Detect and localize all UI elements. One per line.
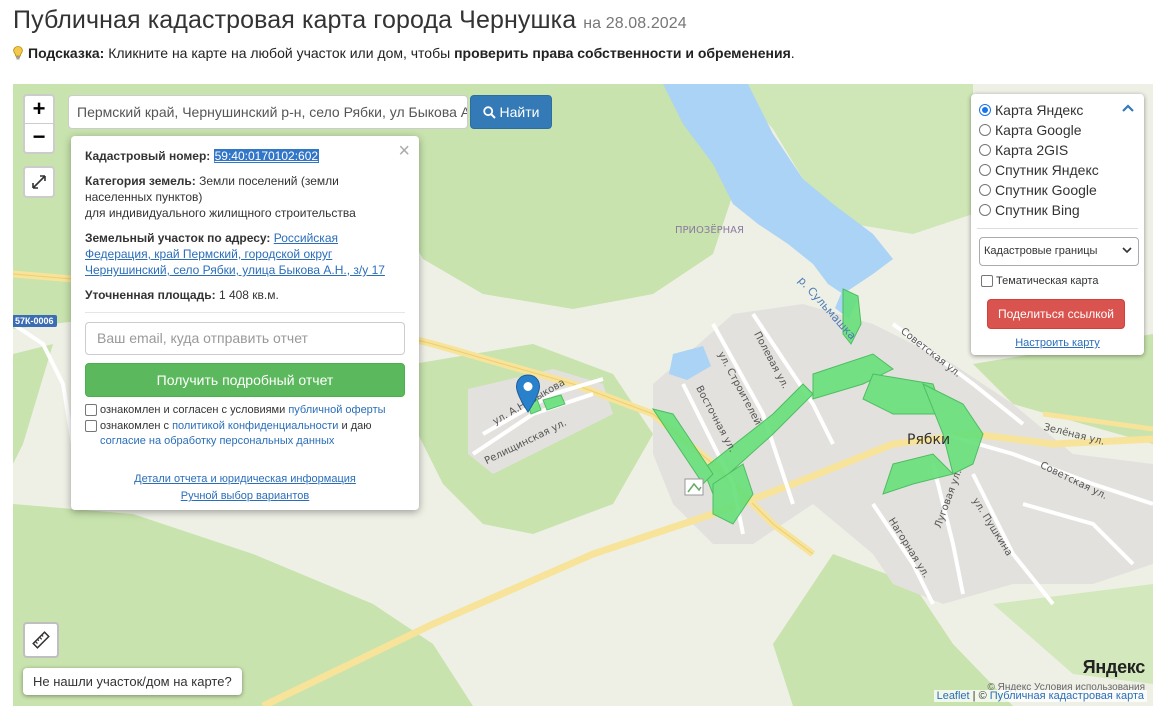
fullscreen-button[interactable] [23,166,55,198]
overlay-select[interactable]: Кадастровые границы [979,237,1139,266]
personal-data-consent-link[interactable]: согласие на обработку персональных данны… [100,435,334,447]
thematic-map-checkbox[interactable] [981,275,993,287]
fullscreen-icon [32,175,46,189]
layer-radio[interactable] [979,184,991,196]
thematic-map-label: Тематическая карта [996,275,1099,287]
zoom-control: + − [23,94,55,154]
chevron-down-icon [1122,247,1132,254]
overlay-select-value: Кадастровые границы [984,245,1098,257]
public-offer-link[interactable]: публичной оферты [288,404,385,416]
layer-radio[interactable] [979,204,991,216]
ruler-icon [32,631,50,649]
privacy-policy-link[interactable]: политикой конфиденциальности [172,420,338,432]
hint: Подсказка: Кликните на карте на любой уч… [13,45,795,61]
hint-bold-text: проверить права собственности и обремене… [454,45,791,61]
lightbulb-icon [13,46,23,60]
zoom-in-button[interactable]: + [25,96,53,124]
area-row: Уточненная площадь: 1 408 кв.м. [85,287,405,303]
cad-number-label: Кадастровый номер: [85,149,211,163]
cad-number-row: Кадастровый номер: 59:40:0170102:602 [85,148,405,164]
source-link[interactable]: Публичная кадастровая карта [990,690,1144,702]
category-label: Категория земель: [85,174,196,188]
hint-label: Подсказка: [28,45,105,61]
layer-radio[interactable] [979,104,991,116]
category-row: Категория земель: Земли поселений (земли… [85,173,405,221]
search-button-label: Найти [499,104,540,120]
road-badge: 57К-0006 [13,315,57,327]
layer-option-label: Спутник Яндекс [995,162,1099,178]
hint-tail: . [790,45,795,61]
layers-divider [977,228,1138,229]
get-report-button[interactable]: Получить подробный отчет [85,363,405,397]
layer-option-2gis-map[interactable]: Карта 2GIS [979,140,1136,160]
layer-radio[interactable] [979,124,991,136]
layer-option-label: Спутник Bing [995,202,1080,218]
zoom-out-button[interactable]: − [25,124,53,152]
page-header: Публичная кадастровая карта города Черну… [13,6,1163,35]
not-found-button[interactable]: Не нашли участок/дом на карте? [23,668,242,695]
agree-privacy-text: ознакомлен с [100,420,170,432]
layer-option-google-satellite[interactable]: Спутник Google [979,180,1136,200]
share-link-button[interactable]: Поделиться ссылкой [987,299,1125,329]
thematic-map-toggle[interactable]: Тематическая карта [979,274,1136,288]
manual-selection-link[interactable]: Ручной выбор вариантов [181,490,309,502]
ruler-button[interactable] [23,622,59,658]
layer-radio[interactable] [979,144,991,156]
agree-offer-checkbox[interactable] [85,404,97,416]
location-marker-icon[interactable] [515,374,541,414]
email-field[interactable]: Ваш email, куда отправить отчет [85,322,405,355]
area-label: Уточненная площадь: [85,288,216,302]
layer-option-google-map[interactable]: Карта Google [979,120,1136,140]
attribution-sep: | © [969,690,990,702]
hint-text: Кликните на карте на любой участок или д… [108,45,451,61]
layers-panel: Карта Яндекс Карта Google Карта 2GIS Спу… [971,94,1144,355]
address-label: Земельный участок по адресу: [85,231,271,245]
layer-option-bing-satellite[interactable]: Спутник Bing [979,200,1136,220]
parcel-popup: × Кадастровый номер: 59:40:0170102:602 К… [71,136,419,510]
leaflet-link[interactable]: Leaflet [937,690,970,702]
page-title: Публичная кадастровая карта города Черну… [13,6,1163,35]
layer-option-label: Спутник Google [995,182,1097,198]
agree-privacy-mid: и даю [341,420,372,432]
layer-option-label: Карта Google [995,122,1082,138]
layer-option-label: Карта Яндекс [995,102,1084,118]
agree-offer-row: ознакомлен и согласен с условиями публич… [85,403,405,418]
address-row: Земельный участок по адресу: Российская … [85,230,405,278]
close-icon[interactable]: × [398,140,410,163]
attribution: Leaflet | © Публичная кадастровая карта [933,690,1147,702]
map-label-lake-area: ПРИОЗЁРНАЯ [675,225,744,236]
yandex-logo: Яндекс [1082,657,1146,678]
map-label-village: Рябки [907,432,951,448]
report-details-link[interactable]: Детали отчета и юридическая информация [134,473,356,485]
popup-bottom-links: Детали отчета и юридическая информация Р… [85,471,405,505]
category-use: для индивидуального жилищного строительс… [85,206,356,220]
layer-option-label: Карта 2GIS [995,142,1069,158]
area-value: 1 408 кв.м. [218,288,279,302]
configure-map-link[interactable]: Настроить карту [979,337,1136,349]
cad-number-value[interactable]: 59:40:0170102:602 [213,149,320,163]
agree-offer-text: ознакомлен и согласен с условиями [100,404,286,416]
agree-privacy-checkbox[interactable] [85,420,97,432]
yandex-logo-text: Яндекс [1082,657,1146,677]
search-input[interactable]: Пермский край, Чернушинский р-н, село Ря… [68,95,468,129]
search-icon [482,106,496,119]
layer-radio[interactable] [979,164,991,176]
agree-privacy-row: ознакомлен с политикой конфиденциальност… [85,419,405,449]
page-title-date: на 28.08.2024 [583,15,687,32]
popup-divider [85,312,405,313]
page-title-text: Публичная кадастровая карта города Черну… [13,6,577,34]
search-button[interactable]: Найти [470,95,552,129]
layer-option-yandex-map[interactable]: Карта Яндекс [979,100,1136,120]
layer-option-yandex-satellite[interactable]: Спутник Яндекс [979,160,1136,180]
map[interactable]: ПРИОЗЁРНАЯ р. Сульмашка Рябки ул. А.Н. Б… [13,84,1153,706]
